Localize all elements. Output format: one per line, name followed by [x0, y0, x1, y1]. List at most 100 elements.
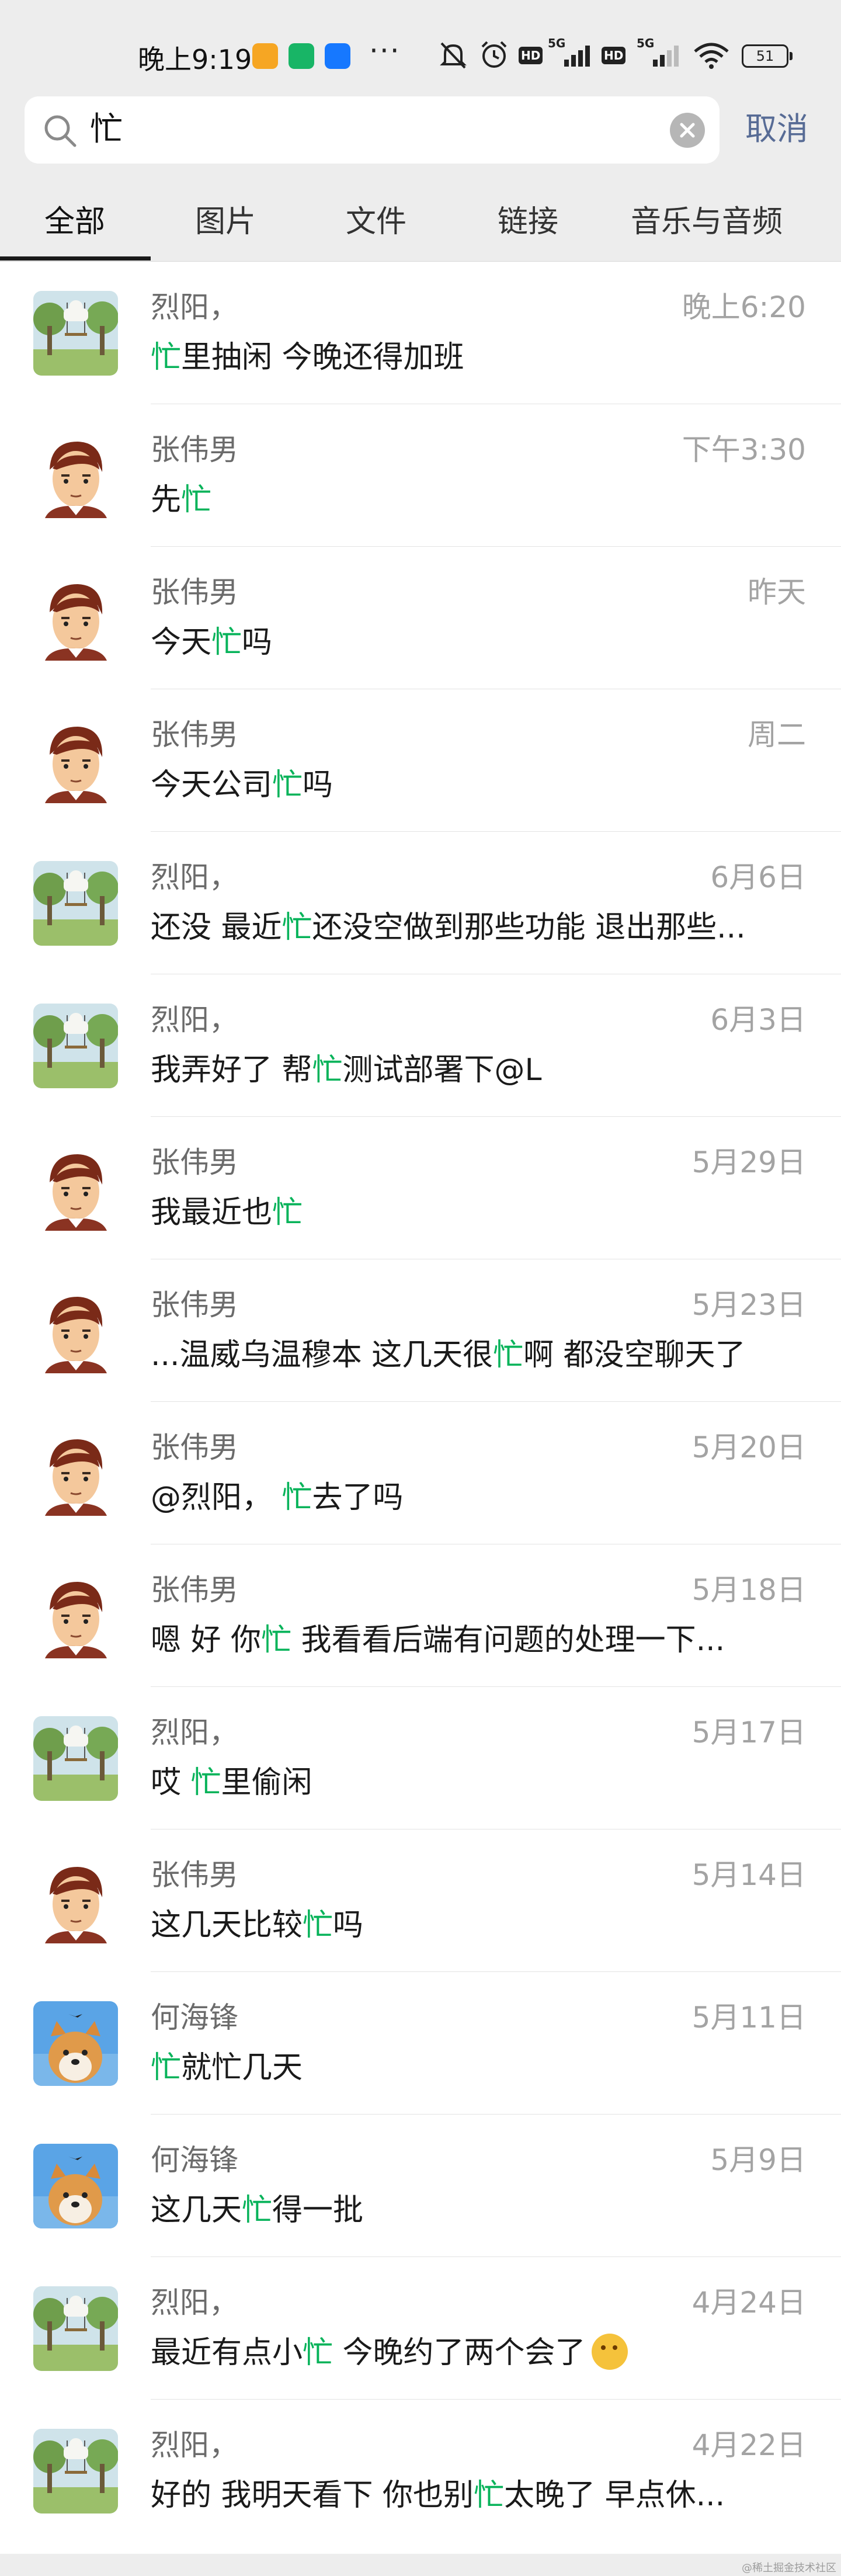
result-row[interactable]: 张伟男 5月14日 这几天比较忙吗 — [0, 1829, 841, 1972]
message-date: 5月11日 — [691, 2001, 806, 2035]
result-row[interactable]: 烈阳， 4月22日 好的 我明天看下 你也别忙太晚了 早点休... — [0, 2400, 841, 2542]
preview-text-after: 得一批 — [272, 2193, 364, 2228]
cancel-button[interactable]: 取消 — [745, 109, 808, 150]
message-date: 5月20日 — [691, 1431, 806, 1464]
active-tab-indicator — [0, 256, 151, 261]
search-results-list: 烈阳， 晚上6:20 忙里抽闲 今晚还得加班 张伟男 下午3:30 先忙 张伟男 昨天 今天忙吗… — [0, 262, 841, 2576]
wifi-icon — [693, 39, 730, 74]
keyword-highlight: 忙 — [272, 1195, 303, 1230]
message-date: 5月9日 — [710, 2143, 806, 2177]
result-row[interactable]: 张伟男 周二 今天公司忙吗 — [0, 689, 841, 832]
cartoon-man-avatar — [33, 433, 118, 518]
preview-text-before: 我最近也 — [151, 1195, 273, 1230]
result-row[interactable]: 烈阳， 4月24日最近有点小忙 今晚约了两个会了 — [0, 2257, 841, 2400]
tab-files[interactable]: 文件 — [346, 202, 406, 242]
cartoon-man-avatar — [33, 1431, 118, 1516]
message-preview: ...温威乌温穆本 这几天很忙啊 都没空聊天了 — [151, 1335, 808, 1375]
message-preview: 忙就忙几天 — [151, 2048, 808, 2088]
watermark: @稀土掘金技术社区 — [742, 2562, 836, 2574]
preview-text-after: 里抽闲 今晚还得加班 — [181, 340, 464, 375]
result-row[interactable]: 烈阳， 5月17日哎 忙里偷闲 — [0, 1687, 841, 1829]
keyword-highlight: 忙 — [272, 768, 303, 803]
message-date: 昨天 — [748, 575, 806, 609]
contact-name: 张伟男 — [151, 433, 238, 467]
message-date: 5月17日 — [691, 1716, 806, 1749]
park-swing-avatar — [33, 1004, 118, 1088]
preview-text-before: ...温威乌温穆本 这几天很 — [151, 1338, 494, 1373]
clear-search-button[interactable] — [670, 113, 705, 148]
preview-text-before: 今天 — [151, 625, 212, 660]
search-input[interactable]: 忙 — [25, 96, 720, 164]
message-preview: 这几天忙得一批 — [151, 2190, 808, 2230]
tab-links[interactable]: 链接 — [498, 202, 558, 242]
message-date: 5月23日 — [691, 1288, 806, 1322]
message-preview: 今天公司忙吗 — [151, 765, 808, 805]
result-row[interactable]: 张伟男 5月23日 ...温威乌温穆本 这几天很忙啊 都没空聊天了 — [0, 1259, 841, 1402]
alipay-app-icon — [325, 43, 350, 69]
keyword-highlight: 忙 — [303, 2335, 333, 2370]
park-swing-avatar — [33, 291, 118, 376]
preview-text-after: 去了吗 — [312, 1480, 404, 1515]
cartoon-man-avatar — [33, 1574, 118, 1658]
shiba-dog-avatar — [33, 2001, 118, 2086]
message-preview: @烈阳， 忙去了吗 — [151, 1478, 808, 1518]
keyword-highlight: 忙 — [151, 340, 182, 375]
park-swing-avatar — [33, 861, 118, 946]
cartoon-man-avatar — [33, 1289, 118, 1373]
keyword-highlight: 忙 — [261, 1623, 292, 1658]
message-date: 6月6日 — [710, 860, 806, 894]
keyword-highlight: 忙 — [242, 2193, 273, 2228]
keyword-highlight: 忙 — [474, 2478, 505, 2513]
message-date: 4月24日 — [691, 2286, 806, 2320]
cartoon-man-avatar — [33, 1859, 118, 1943]
message-preview: 好的 我明天看下 你也别忙太晚了 早点休... — [151, 2476, 808, 2515]
keyword-highlight: 忙 — [282, 910, 312, 945]
result-row[interactable]: 烈阳， 晚上6:20 忙里抽闲 今晚还得加班 — [0, 262, 841, 404]
signal-strength-icon — [554, 39, 595, 74]
contact-name: 烈阳， — [151, 860, 238, 894]
message-preview: 最近有点小忙 今晚约了两个会了 — [151, 2333, 808, 2373]
result-row[interactable]: 烈阳， 6月3日 我弄好了 帮忙测试部署下@L — [0, 974, 841, 1117]
tab-images[interactable]: 图片 — [195, 202, 256, 242]
preview-text-before: 这几天比较 — [151, 1908, 303, 1943]
keyword-highlight: 忙 — [303, 1908, 333, 1943]
preview-text-after: 今晚约了两个会了 — [333, 2335, 586, 2370]
contact-name: 烈阳， — [151, 290, 238, 324]
close-icon — [680, 123, 695, 138]
result-row[interactable]: 张伟男 5月20日 @烈阳， 忙去了吗 — [0, 1402, 841, 1544]
preview-text-after: 啊 都没空聊天了 — [523, 1338, 746, 1373]
signal-strength-icon-2 — [642, 39, 683, 74]
result-row[interactable]: 何海锋 5月9日 这几天忙得一批 — [0, 2115, 841, 2257]
message-date: 5月18日 — [691, 1573, 806, 1607]
message-date: 晚上6:20 — [682, 290, 806, 324]
preview-text-after: 就忙几天 — [181, 2050, 303, 2085]
tab-all[interactable]: 全部 — [44, 202, 105, 242]
result-row[interactable]: 何海锋 5月11日忙就忙几天 — [0, 1972, 841, 2115]
preview-text-before: 先 — [151, 482, 182, 518]
hd-call-badge-2: HD — [602, 47, 626, 64]
message-date: 4月22日 — [691, 2428, 806, 2462]
message-preview: 今天忙吗 — [151, 623, 808, 662]
contact-name: 何海锋 — [151, 2001, 238, 2035]
result-row[interactable]: 张伟男 昨天 今天忙吗 — [0, 547, 841, 689]
message-preview: 我弄好了 帮忙测试部署下@L — [151, 1050, 808, 1090]
message-preview: 忙里抽闲 今晚还得加班 — [151, 338, 808, 377]
filter-tabs: 全部 图片 文件 链接 音乐与音频 — [0, 190, 841, 262]
preview-text-before: 这几天 — [151, 2193, 242, 2228]
shield-app-icon — [289, 43, 314, 69]
contact-name: 烈阳， — [151, 2286, 238, 2320]
contact-name: 烈阳， — [151, 1716, 238, 1749]
search-query-text: 忙 — [90, 110, 123, 148]
thinking-face-emoji — [591, 2334, 628, 2370]
keyword-highlight: 忙 — [181, 482, 212, 518]
result-row[interactable]: 张伟男 下午3:30 先忙 — [0, 404, 841, 547]
result-row[interactable]: 烈阳， 6月6日 还没 最近忙还没空做到那些功能 退出那些... — [0, 832, 841, 974]
message-preview: 哎 忙里偷闲 — [151, 1763, 808, 1803]
contact-name: 张伟男 — [151, 1288, 238, 1322]
result-row[interactable]: 张伟男 5月18日嗯 好 你忙 我看看后端有问题的处理一下... — [0, 1544, 841, 1687]
tab-music-audio[interactable]: 音乐与音频 — [631, 202, 783, 242]
result-row[interactable]: 张伟男 5月29日 我最近也忙 — [0, 1117, 841, 1259]
status-time: 晚上9:19 — [138, 44, 252, 75]
keyword-highlight: 忙 — [493, 1338, 524, 1373]
message-preview: 我最近也忙 — [151, 1193, 808, 1233]
